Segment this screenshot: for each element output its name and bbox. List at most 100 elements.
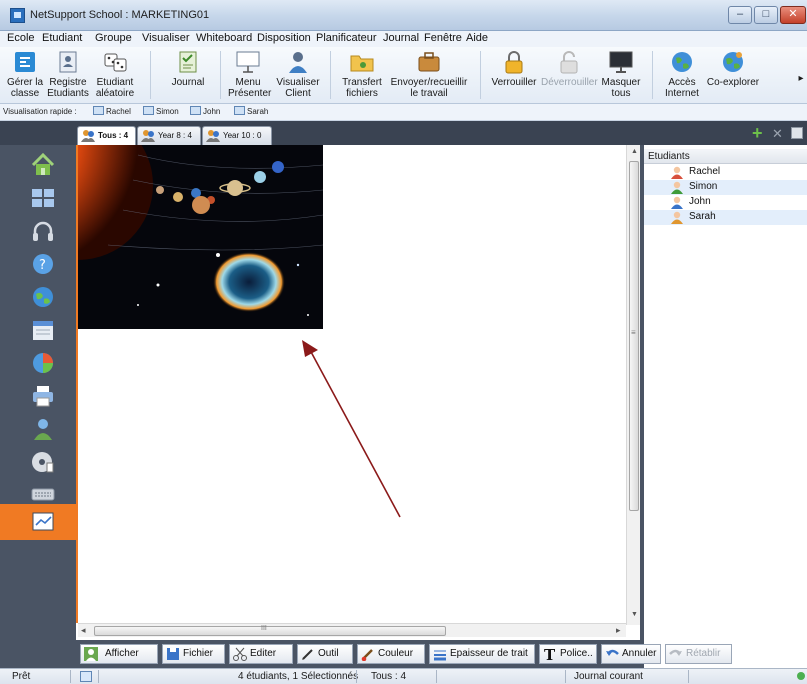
scroll-down-arrow[interactable]: ▼: [631, 611, 638, 618]
tab-year-10[interactable]: Year 10 : 0: [202, 126, 272, 145]
student-avatar-icon: [671, 196, 683, 209]
redo-button[interactable]: Rétablir: [665, 644, 732, 664]
help-request-icon[interactable]: ?: [30, 251, 56, 277]
maximize-button[interactable]: □: [754, 6, 778, 24]
menu-whiteboard[interactable]: Whiteboard: [196, 32, 252, 44]
menu-disposition[interactable]: Disposition: [257, 32, 311, 44]
internet-globe-icon[interactable]: [30, 284, 56, 310]
line-thickness-button[interactable]: Epaisseur de trait ▲: [429, 644, 535, 677]
student-icon[interactable]: [30, 416, 56, 442]
whiteboard-icon[interactable]: [30, 509, 56, 535]
scroll-up-arrow[interactable]: ▲: [631, 148, 638, 155]
menu-present-button[interactable]: Menu Présenter: [228, 49, 271, 99]
add-group-button[interactable]: +: [752, 124, 763, 142]
monitor-icon: [93, 106, 104, 115]
status-divider: [98, 670, 99, 683]
journal-button[interactable]: Journal: [168, 49, 208, 88]
font-t-icon: T: [543, 646, 557, 664]
quick-view-sarah[interactable]: Sarah: [234, 106, 268, 116]
unlock-icon: [556, 49, 582, 75]
quick-view-rachel[interactable]: Rachel: [93, 106, 131, 116]
toolbar-more-button[interactable]: ▸: [797, 73, 805, 84]
minimize-button[interactable]: –: [728, 6, 752, 24]
student-name: John: [689, 196, 711, 207]
random-student-button[interactable]: Etudiant aléatoire: [93, 49, 137, 99]
file-menu-button[interactable]: Fichier ▲: [162, 644, 225, 677]
journal-icon: [175, 49, 201, 75]
undo-button[interactable]: Annuler: [601, 644, 661, 664]
student-simon[interactable]: Simon: [644, 180, 807, 195]
tool-menu-button[interactable]: Outil ▲: [297, 644, 353, 677]
send-collect-button[interactable]: Envoyer/recueillir le travail: [390, 49, 468, 99]
view-client-button[interactable]: Visualiser Client: [276, 49, 320, 99]
whiteboard-sidebar: ?: [0, 145, 76, 668]
calendar-icon[interactable]: [30, 317, 56, 343]
solar-system-image[interactable]: [78, 145, 323, 329]
printer-icon[interactable]: [30, 383, 56, 409]
close-button[interactable]: ✕: [780, 6, 806, 24]
menu-journal[interactable]: Journal: [383, 32, 419, 44]
co-explore-button[interactable]: Co-explorer: [706, 49, 760, 88]
unlock-button[interactable]: Déverrouiller: [541, 49, 598, 88]
edit-menu-button[interactable]: Editer ▲: [229, 644, 293, 677]
status-students: 4 étudiants, 1 Sélectionnés: [238, 671, 359, 682]
internet-label-1: Accès: [668, 77, 696, 88]
manage-class-button[interactable]: Gérer la classe: [6, 49, 44, 99]
show-button[interactable]: Afficher: [80, 644, 158, 664]
student-avatar-icon: [671, 166, 683, 179]
hide-all-button[interactable]: Masquer tous: [600, 49, 642, 99]
group-icon: [81, 129, 95, 142]
student-avatar-icon: [671, 211, 683, 224]
briefcase-icon: [416, 49, 442, 75]
color-menu-button[interactable]: Couleur ▲: [357, 644, 425, 677]
student-sarah[interactable]: Sarah: [644, 210, 807, 225]
horizontal-scrollbar[interactable]: ◂ III ▸: [78, 623, 626, 637]
menu-ecole[interactable]: Ecole: [7, 32, 35, 44]
menu-visualiser[interactable]: Visualiser: [142, 32, 190, 44]
monitor-icon: [234, 106, 245, 115]
menu-fenetre[interactable]: Fenêtre: [424, 32, 462, 44]
file-transfer-button[interactable]: Transfert fichiers: [340, 49, 384, 99]
register-icon: [55, 49, 81, 75]
lock-button[interactable]: Verrouiller: [488, 49, 540, 88]
remove-group-button[interactable]: ✕: [772, 126, 783, 142]
scroll-left-arrow[interactable]: ◂: [81, 625, 86, 636]
lock-label: Verrouiller: [491, 77, 537, 88]
tab-all[interactable]: Tous : 4: [77, 126, 136, 146]
font-button[interactable]: T Police..: [539, 644, 597, 664]
quick-view-simon[interactable]: Simon: [143, 106, 179, 116]
layout-grid-icon[interactable]: [30, 185, 56, 211]
scroll-right-arrow[interactable]: ▸: [616, 625, 621, 636]
tab-label: Year 8 : 4: [158, 131, 192, 140]
unlock-label: Déverrouiller: [541, 77, 598, 88]
menu-aide[interactable]: Aide: [466, 32, 488, 44]
toolbar-separator: [150, 51, 151, 99]
whiteboard-canvas[interactable]: [76, 145, 640, 623]
show-label: Afficher: [105, 648, 139, 659]
keyboard-icon[interactable]: [30, 480, 56, 506]
pie-chart-icon[interactable]: [30, 350, 56, 376]
quick-view-john[interactable]: John: [190, 106, 220, 116]
group-properties-icon[interactable]: [791, 127, 803, 139]
view-client-label-2: Client: [285, 88, 311, 99]
student-name: Simon: [689, 181, 718, 192]
manage-label-2: classe: [10, 88, 40, 99]
horizontal-scroll-thumb[interactable]: [94, 626, 446, 636]
menu-etudiant[interactable]: Etudiant: [42, 32, 82, 44]
app-icon: [10, 8, 25, 23]
internet-access-button[interactable]: Accès Internet: [660, 49, 704, 99]
tab-year-8[interactable]: Year 8 : 4: [137, 126, 201, 145]
vertical-scrollbar[interactable]: ▲ ≡ ▼: [626, 145, 640, 625]
home-icon[interactable]: [30, 152, 56, 178]
status-divider: [565, 670, 566, 683]
student-rachel[interactable]: Rachel: [644, 165, 807, 180]
show-student-icon: [84, 647, 98, 661]
menu-groupe[interactable]: Groupe: [95, 32, 132, 44]
student-john[interactable]: John: [644, 195, 807, 210]
register-button[interactable]: Registre Etudiants: [46, 49, 90, 99]
svg-text:T: T: [544, 647, 556, 661]
headphones-icon[interactable]: [30, 218, 56, 244]
media-disc-icon[interactable]: [30, 449, 56, 475]
view-client-label-1: Visualiser: [276, 77, 320, 88]
menu-planificateur[interactable]: Planificateur: [316, 32, 377, 44]
